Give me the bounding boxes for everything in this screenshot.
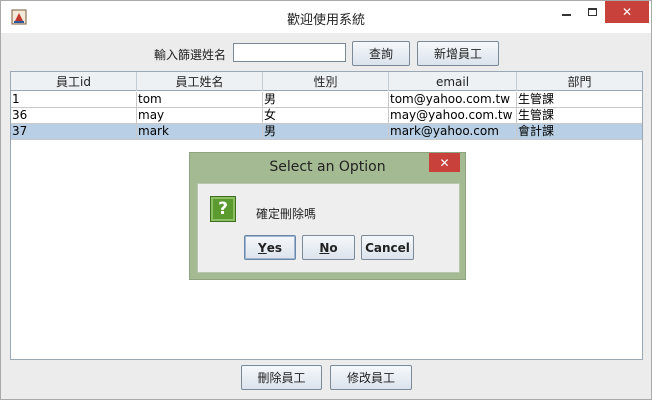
cell-department: 會計課: [518, 124, 555, 138]
cell-name: tom: [137, 92, 263, 108]
yes-label-rest: es: [266, 240, 282, 255]
table-header: 員工id 員工姓名 性別 email 部門: [11, 72, 642, 91]
cell-id: 37: [11, 124, 137, 140]
confirm-dialog: Select an Option ✕ ? 確定刪除嗎 Yes No Cancel: [189, 152, 466, 280]
maximize-button[interactable]: [581, 1, 603, 23]
minimize-icon: [561, 14, 571, 16]
cell-gender: 女: [263, 108, 389, 124]
main-window: 歡迎使用系統 ✕ 輸入篩選姓名 查詢 新增員工 員工id 員工姓名 性別 ema…: [0, 0, 652, 400]
column-header-id[interactable]: 員工id: [11, 72, 137, 91]
cell-department: 生管課: [518, 92, 555, 106]
close-icon: ✕: [621, 5, 633, 19]
search-bar: 輸入篩選姓名 查詢 新增員工: [1, 41, 652, 67]
dialog-title: Select an Option: [269, 159, 386, 175]
action-bar: 刪除員工 修改員工: [1, 365, 652, 392]
table-body: 1 tom 男 tom@yahoo.com.tw 生管課 36 may 女 ma…: [11, 92, 642, 140]
column-header-gender[interactable]: 性別: [263, 72, 389, 91]
add-employee-button[interactable]: 新增員工: [417, 41, 499, 66]
column-header-email[interactable]: email: [389, 72, 517, 91]
query-button[interactable]: 查詢: [352, 41, 410, 66]
dialog-message: 確定刪除嗎: [256, 207, 317, 221]
cell-email: mark@yahoo.com: [389, 124, 517, 140]
table-row-selected[interactable]: 37 mark 男 mark@yahoo.com 會計課: [11, 124, 642, 140]
question-icon: ?: [210, 196, 236, 222]
title-bar[interactable]: 歡迎使用系統 ✕: [1, 1, 651, 33]
no-button[interactable]: No: [302, 235, 355, 260]
yes-button[interactable]: Yes: [244, 235, 296, 260]
dialog-close-button[interactable]: ✕: [429, 153, 460, 172]
cell-id: 36: [11, 108, 137, 124]
table-row[interactable]: 36 may 女 may@yahoo.com.tw 生管課: [11, 108, 642, 124]
dialog-body: ? 確定刪除嗎 Yes No Cancel: [197, 183, 460, 273]
search-label: 輸入篩選姓名: [154, 48, 227, 62]
close-icon: ✕: [439, 155, 450, 170]
minimize-button[interactable]: [555, 1, 577, 23]
cell-gender: 男: [263, 92, 389, 108]
maximize-icon: [587, 8, 597, 16]
edit-employee-button[interactable]: 修改員工: [330, 365, 412, 390]
no-mnemonic: N: [319, 240, 330, 255]
delete-employee-button[interactable]: 刪除員工: [241, 365, 322, 390]
cell-department: 生管課: [518, 108, 555, 122]
cell-email: may@yahoo.com.tw: [389, 108, 517, 124]
yes-mnemonic: Y: [258, 240, 267, 255]
cancel-button[interactable]: Cancel: [361, 235, 414, 260]
search-input[interactable]: [233, 43, 346, 62]
column-header-name[interactable]: 員工姓名: [137, 72, 263, 91]
window-title: 歡迎使用系統: [286, 13, 365, 28]
column-header-department[interactable]: 部門: [517, 72, 642, 91]
cell-name: may: [137, 108, 263, 124]
close-button[interactable]: ✕: [605, 1, 649, 23]
no-label-rest: o: [329, 240, 338, 255]
table-row[interactable]: 1 tom 男 tom@yahoo.com.tw 生管課: [11, 92, 642, 108]
cell-id: 1: [11, 92, 137, 108]
cell-name: mark: [137, 124, 263, 140]
cell-gender: 男: [263, 124, 389, 140]
cell-email: tom@yahoo.com.tw: [389, 92, 517, 108]
